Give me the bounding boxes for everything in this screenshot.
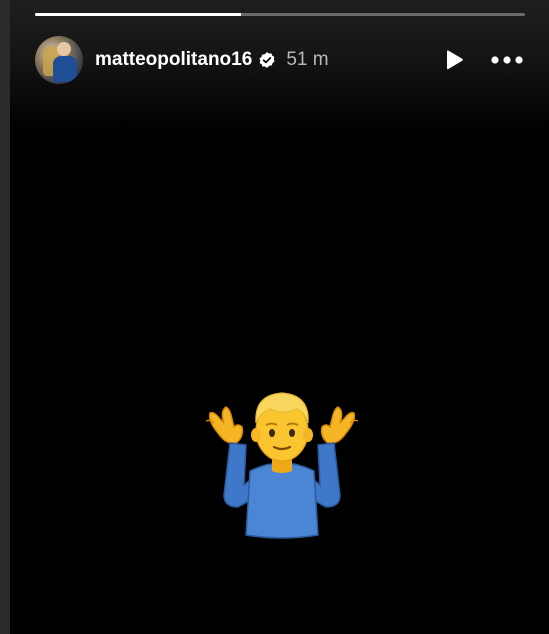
avatar[interactable] — [35, 36, 83, 84]
story-timestamp: 51 m — [286, 49, 329, 70]
story-header: matteopolitano16 51 m — [35, 34, 525, 86]
story-progress-fill — [35, 13, 241, 16]
story-viewer[interactable]: matteopolitano16 51 m — [10, 0, 549, 634]
play-icon[interactable] — [441, 47, 467, 73]
left-hand-icon — [205, 406, 244, 445]
left-edge-strip — [0, 0, 10, 634]
username[interactable]: matteopolitano16 — [95, 49, 252, 71]
more-options-icon[interactable] — [489, 47, 525, 73]
story-progress-bar — [35, 13, 525, 16]
person-shrugging-emoji — [200, 385, 364, 540]
right-hand-icon — [320, 406, 359, 445]
verified-badge-icon — [258, 51, 276, 69]
